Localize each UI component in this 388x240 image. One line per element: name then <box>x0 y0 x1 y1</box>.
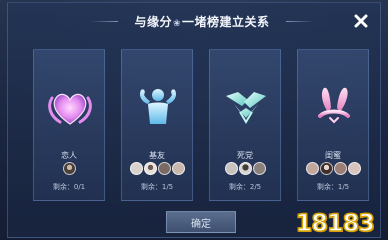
relationship-card-best-friend[interactable]: 死党 剩余：2/5 <box>209 49 281 201</box>
confirm-button[interactable]: 确定 <box>166 211 236 233</box>
heart-icon <box>42 80 98 136</box>
avatar <box>333 162 347 175</box>
relationship-label: 闺蜜 <box>325 151 341 160</box>
title-part-2: 一堵榜建立关系 <box>182 14 270 29</box>
relationship-dialog: 与缘分❀一堵榜建立关系 恋人 剩余：0/1 基友 剩余：1/5 死党 剩余：2/… <box>7 2 381 238</box>
flexing-figure-icon <box>130 80 186 136</box>
relationship-card-buddy[interactable]: 基友 剩余：1/5 <box>121 49 193 201</box>
avatar <box>143 162 157 175</box>
title-symbol: ❀ <box>172 18 182 29</box>
avatar <box>319 162 333 175</box>
remaining-count: 剩余：0/1 <box>52 183 86 191</box>
remaining-count: 剩余：1/5 <box>140 183 174 191</box>
avatar <box>252 162 266 175</box>
avatar <box>238 162 252 175</box>
dialog-title-bar: 与缘分❀一堵榜建立关系 <box>90 9 294 33</box>
remaining-count: 剩余：1/5 <box>316 183 350 191</box>
avatar-row <box>298 162 368 176</box>
avatar <box>129 162 143 175</box>
close-button[interactable] <box>350 10 372 32</box>
relationship-card-lover[interactable]: 恋人 剩余：0/1 <box>33 49 105 201</box>
avatar-row <box>34 162 104 176</box>
watermark-logo: 18183 <box>295 208 376 238</box>
avatar <box>62 162 76 175</box>
title-part-1: 与缘分 <box>134 14 172 29</box>
dialog-title: 与缘分❀一堵榜建立关系 <box>134 13 269 30</box>
relationship-label: 死党 <box>237 151 253 160</box>
avatar <box>224 162 238 175</box>
close-icon <box>354 14 368 28</box>
avatar <box>305 162 319 175</box>
avatar <box>157 162 171 175</box>
relationship-card-bestie[interactable]: 闺蜜 剩余：1/5 <box>297 49 369 201</box>
remaining-count: 剩余：2/5 <box>228 183 262 191</box>
relationship-label: 恋人 <box>61 151 77 160</box>
avatar-row <box>210 162 280 176</box>
relationship-label: 基友 <box>149 151 165 160</box>
avatar <box>347 162 361 175</box>
avatar-row <box>122 162 192 176</box>
avatar <box>171 162 185 175</box>
relationship-cards: 恋人 剩余：0/1 基友 剩余：1/5 死党 剩余：2/5 闺蜜 剩余：1/5 <box>33 49 373 201</box>
handshake-icon <box>218 80 274 136</box>
bunny-ears-icon <box>306 80 362 136</box>
